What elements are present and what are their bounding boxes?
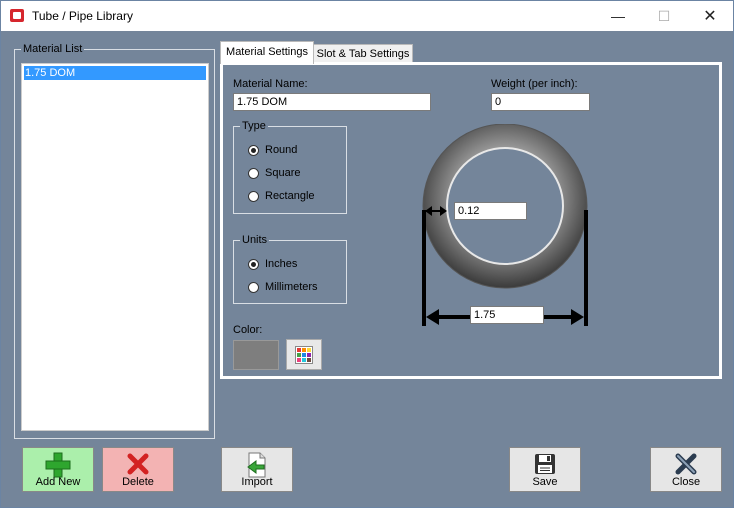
radio-rectangle-label: Rectangle xyxy=(265,190,315,202)
radio-inches-label: Inches xyxy=(265,258,298,270)
floppy-disk-icon xyxy=(535,454,555,474)
radio-inches[interactable]: Inches xyxy=(248,258,297,270)
units-group-title: Units xyxy=(240,234,270,246)
add-new-label: Add New xyxy=(35,476,81,488)
close-label: Close xyxy=(671,476,701,488)
radio-round-button[interactable] xyxy=(248,144,259,156)
material-list-title: Material List xyxy=(21,43,85,55)
import-label: Import xyxy=(241,476,273,488)
radio-round-label: Round xyxy=(265,144,298,156)
radio-millimeters-button[interactable] xyxy=(248,281,259,293)
close-window-button[interactable]: ✕ xyxy=(687,1,733,31)
color-swatch[interactable] xyxy=(233,340,279,370)
import-icon xyxy=(247,452,266,478)
close-button[interactable]: Close xyxy=(650,447,722,492)
add-new-button[interactable]: Add New xyxy=(22,447,94,492)
weight-label: Weight (per inch): xyxy=(491,78,578,90)
weight-input[interactable]: 0 xyxy=(491,93,590,111)
save-button[interactable]: Save xyxy=(509,447,581,492)
tube-pipe-library-window: Tube / Pipe Library — ☐ ✕ Material List … xyxy=(0,0,734,508)
radio-square-label: Square xyxy=(265,167,301,179)
radio-square-button[interactable] xyxy=(248,167,259,179)
material-name-label: Material Name: xyxy=(233,78,308,90)
radio-inches-button[interactable] xyxy=(248,258,259,270)
type-group-title: Type xyxy=(240,120,268,132)
units-group: Units xyxy=(233,234,347,304)
material-listbox[interactable]: 1.75 DOM xyxy=(21,63,209,431)
window-title: Tube / Pipe Library xyxy=(32,9,133,23)
tube-diagram xyxy=(421,123,593,333)
radio-rectangle-button[interactable] xyxy=(248,190,259,202)
wall-thickness-input[interactable]: 0.12 xyxy=(454,202,527,220)
color-palette-icon xyxy=(295,345,313,364)
radio-round[interactable]: Round xyxy=(248,144,297,156)
close-x-icon xyxy=(675,453,697,475)
plus-icon xyxy=(45,452,71,478)
title-bar: Tube / Pipe Library — ☐ ✕ xyxy=(1,1,733,31)
outer-diameter-input[interactable]: 1.75 xyxy=(470,306,544,324)
radio-rectangle[interactable]: Rectangle xyxy=(248,190,315,202)
material-name-input[interactable]: 1.75 DOM xyxy=(233,93,431,111)
minimize-button[interactable]: — xyxy=(595,1,641,31)
color-label: Color: xyxy=(233,324,263,336)
radio-millimeters-label: Millimeters xyxy=(265,281,318,293)
tube-cross-section-graphic xyxy=(422,123,588,326)
color-picker-button[interactable] xyxy=(286,339,322,370)
list-item[interactable]: 1.75 DOM xyxy=(24,66,206,80)
tab-material-settings[interactable]: Material Settings xyxy=(220,41,314,64)
delete-label: Delete xyxy=(122,476,154,488)
radio-square[interactable]: Square xyxy=(248,167,300,179)
maximize-button[interactable]: ☐ xyxy=(641,1,687,31)
save-label: Save xyxy=(532,476,558,488)
radio-millimeters[interactable]: Millimeters xyxy=(248,281,318,293)
import-button[interactable]: Import xyxy=(221,447,293,492)
app-icon xyxy=(10,9,24,22)
delete-button[interactable]: Delete xyxy=(102,447,174,492)
x-icon xyxy=(127,453,149,475)
